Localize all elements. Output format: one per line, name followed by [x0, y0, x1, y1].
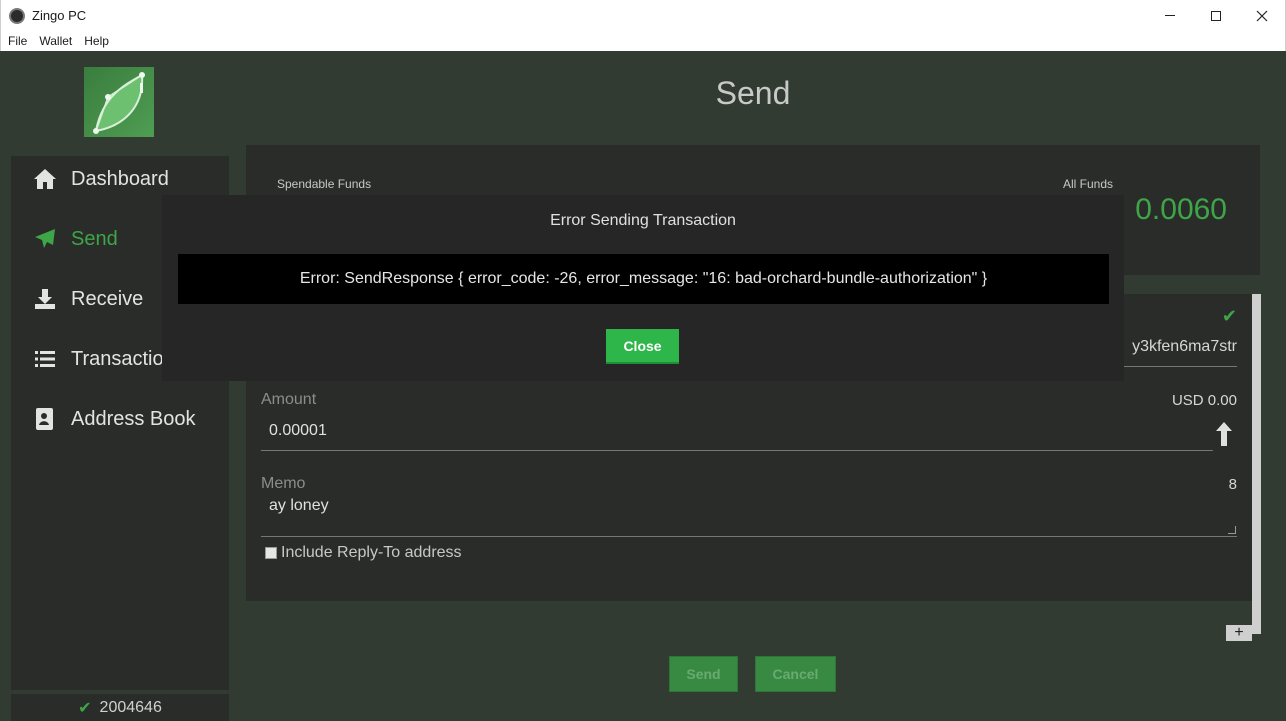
check-icon: ✔: [78, 699, 92, 717]
send-button[interactable]: Send: [669, 656, 738, 692]
contact-book-icon: [33, 407, 57, 431]
sidebar-item-label: Receive: [71, 287, 144, 310]
all-funds-value: 0.0060: [1135, 193, 1227, 226]
error-dialog: Error Sending Transaction Error: SendRes…: [162, 195, 1124, 381]
download-icon: [33, 287, 57, 311]
error-message: Error: SendResponse { error_code: -26, e…: [178, 254, 1109, 304]
sidebar-item-send[interactable]: Send: [33, 227, 118, 251]
reply-to-row[interactable]: Include Reply-To address: [265, 544, 462, 562]
list-icon: [33, 347, 57, 371]
sync-status: ✔ 2004646: [11, 694, 229, 721]
sidebar-item-label: Dashboard: [71, 167, 169, 190]
page-title: Send: [715, 75, 791, 111]
max-amount-icon[interactable]: [1216, 422, 1232, 453]
menu-bar: File Wallet Help: [0, 31, 1286, 51]
reply-to-label: Include Reply-To address: [281, 544, 462, 561]
menu-file[interactable]: File: [8, 34, 27, 48]
app-icon: [9, 7, 25, 24]
memo-input[interactable]: ay loney: [269, 497, 329, 515]
usd-value: USD 0.00: [1171, 392, 1237, 409]
home-icon: [33, 167, 57, 191]
app-area: Dashboard Send Receive Transactio Addres…: [0, 51, 1286, 721]
close-button[interactable]: Close: [606, 329, 679, 364]
sidebar-item-dashboard[interactable]: Dashboard: [33, 167, 169, 191]
address-input[interactable]: y3kfen6ma7str: [1132, 338, 1237, 356]
amount-underline: [261, 450, 1213, 451]
memo-char-count: 8: [1228, 476, 1237, 493]
minimize-icon: [1165, 15, 1175, 16]
sidebar-item-receive[interactable]: Receive: [33, 287, 143, 311]
add-recipient-button[interactable]: +: [1226, 625, 1252, 641]
scrollbar[interactable]: [1252, 294, 1261, 634]
window-controls: [1147, 0, 1285, 31]
maximize-button[interactable]: [1193, 0, 1239, 31]
all-funds-label: All Funds: [1063, 177, 1114, 191]
maximize-icon: [1211, 10, 1221, 21]
sidebar-item-label: Transactio: [71, 347, 164, 370]
spendable-funds-label: Spendable Funds: [277, 177, 372, 191]
sidebar-item-label: Send: [71, 227, 118, 250]
close-icon: [1256, 10, 1268, 21]
close-window-button[interactable]: [1239, 0, 1285, 31]
zingo-logo: [84, 67, 154, 137]
amount-input[interactable]: 0.00001: [269, 422, 327, 440]
sidebar-item-label: Address Book: [71, 407, 196, 430]
memo-label: Memo: [261, 475, 306, 492]
menu-help[interactable]: Help: [84, 34, 109, 48]
send-icon: [33, 227, 57, 251]
address-valid-icon: ✔: [1221, 306, 1237, 326]
window-titlebar: Zingo PC: [0, 0, 1286, 31]
leaf-logo-icon: [93, 72, 145, 134]
amount-label: Amount: [261, 391, 317, 408]
resize-grip-icon[interactable]: [1228, 526, 1236, 534]
reply-to-checkbox[interactable]: [265, 547, 277, 559]
block-height: 2004646: [99, 698, 162, 716]
sidebar-item-address-book[interactable]: Address Book: [33, 407, 196, 431]
minimize-button[interactable]: [1147, 0, 1193, 31]
sidebar-item-transactions[interactable]: Transactio: [33, 347, 164, 371]
dialog-title: Error Sending Transaction: [550, 212, 736, 229]
window-title: Zingo PC: [32, 8, 87, 23]
memo-underline: [261, 536, 1237, 537]
menu-wallet[interactable]: Wallet: [39, 34, 72, 48]
cancel-button[interactable]: Cancel: [755, 656, 836, 692]
